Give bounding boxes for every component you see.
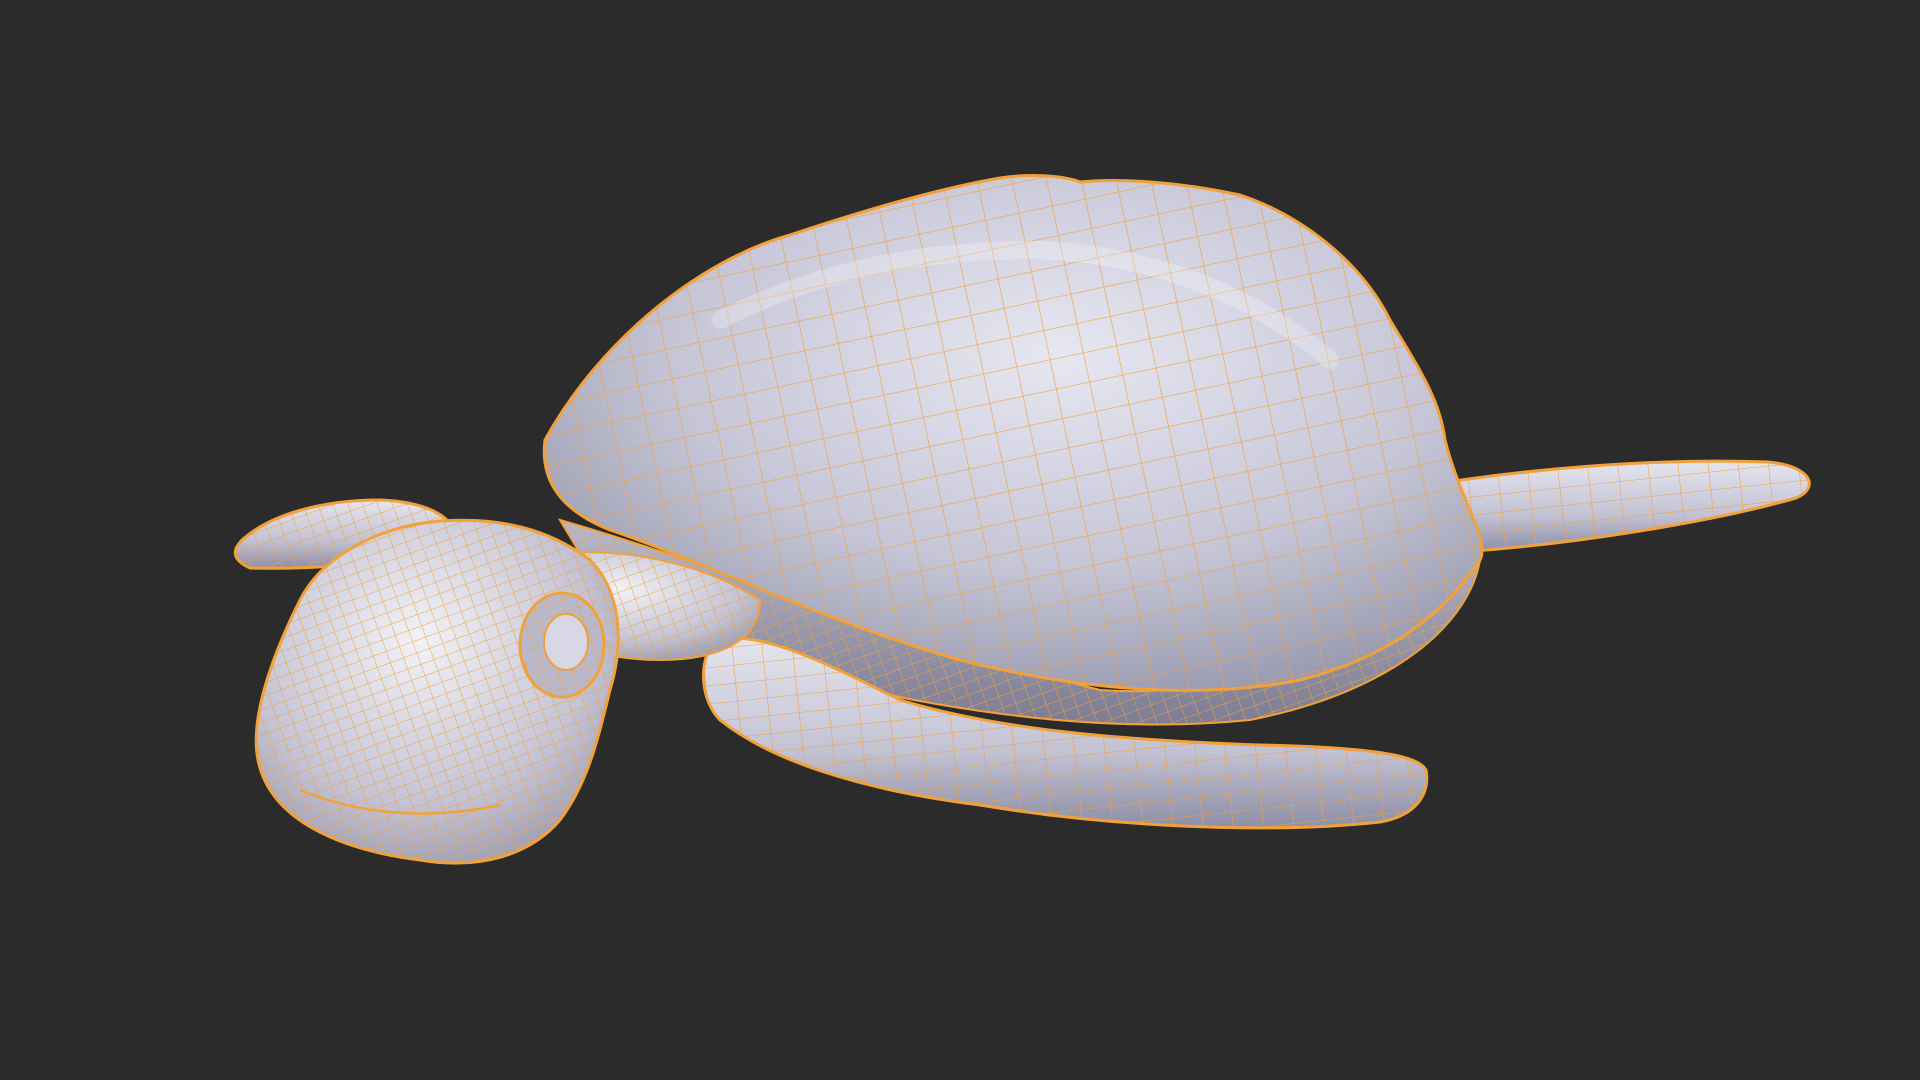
scene-canvas[interactable] xyxy=(0,0,1920,1080)
3d-viewport[interactable] xyxy=(0,0,1920,1080)
eye xyxy=(518,591,606,699)
